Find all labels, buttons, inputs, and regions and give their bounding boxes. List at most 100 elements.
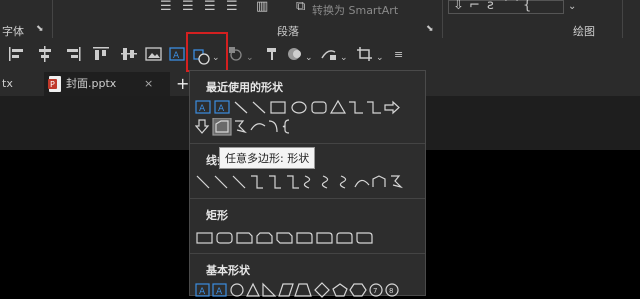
down-arrow-shape-icon[interactable] — [195, 119, 210, 134]
justify-icon[interactable]: ☰ — [226, 0, 238, 14]
oval-shape-icon[interactable] — [230, 283, 244, 297]
round-same-side-rectangle-shape-icon[interactable] — [336, 232, 353, 244]
columns-icon[interactable]: ▥ — [256, 0, 268, 14]
diamond-shape-icon[interactable] — [314, 282, 330, 298]
freeform-shape-icon[interactable] — [372, 175, 386, 187]
line-shape-icon[interactable] — [234, 101, 248, 114]
round-single-corner-rectangle-shape-icon[interactable] — [316, 232, 333, 244]
dialog-launcher-icon[interactable]: ⬊ — [36, 22, 44, 36]
vertical-text-box-shape-icon[interactable]: A — [212, 283, 227, 297]
snip-diagonal-rectangle-shape-icon[interactable] — [276, 232, 293, 244]
chevron-down-icon[interactable]: ⌄ — [568, 0, 576, 14]
elbow-double-arrow-connector-shape-icon[interactable] — [287, 175, 299, 189]
align-right-objects-icon[interactable] — [64, 46, 82, 62]
crop-icon[interactable] — [356, 46, 374, 62]
chevron-down-icon[interactable]: ⌄ — [246, 51, 254, 65]
snip-same-side-rectangle-shape-icon[interactable] — [256, 232, 273, 244]
line-shape-icon[interactable] — [196, 175, 210, 189]
rounded-rectangle-shape-icon[interactable] — [311, 101, 327, 114]
section-title-recent: 最近使用的形状 — [206, 81, 283, 94]
hexagon-shape-icon[interactable] — [349, 283, 367, 297]
freeform-shape-icon[interactable]: ⌐ — [469, 0, 480, 13]
elbow-arrow-connector-shape-icon[interactable] — [367, 101, 381, 114]
right-arrow-shape-icon[interactable] — [384, 100, 400, 115]
document-tab-active[interactable]: P 封面.pptx × — [44, 72, 170, 96]
dialog-launcher-icon[interactable]: ⬊ — [426, 22, 434, 36]
scribble-shape-icon[interactable] — [235, 120, 247, 134]
curve-shape-icon[interactable] — [268, 120, 278, 133]
left-brace-shape-icon[interactable] — [282, 119, 290, 134]
right-triangle-shape-icon[interactable] — [262, 282, 277, 297]
text-box-shape-icon[interactable]: A — [195, 283, 210, 297]
freeform-shape-icon[interactable] — [212, 118, 232, 136]
document-tab[interactable]: tx — [0, 72, 44, 96]
ribbon-separator — [52, 0, 53, 38]
curved-arrow-connector-shape-icon[interactable] — [321, 175, 329, 189]
recent-shapes-row: A A — [195, 99, 400, 115]
rounded-rectangle-shape-icon[interactable] — [216, 232, 233, 244]
arrow-down-shape-icon[interactable]: ⇩ — [453, 0, 464, 13]
arc-shape-icon[interactable] — [250, 123, 266, 131]
scribble-shape-icon[interactable] — [391, 175, 403, 189]
curved-double-arrow-connector-shape-icon[interactable] — [339, 175, 347, 189]
arrow-line-shape-icon[interactable] — [252, 101, 266, 114]
trapezoid-shape-icon[interactable] — [294, 283, 312, 297]
pptx-file-icon: P — [48, 76, 61, 92]
align-middle-objects-icon[interactable] — [120, 46, 138, 62]
picture-icon[interactable] — [145, 46, 163, 62]
shapes-button-highlight — [186, 32, 228, 72]
elbow-arrow-connector-shape-icon[interactable] — [269, 175, 281, 189]
snip-single-corner-rectangle-shape-icon[interactable] — [236, 232, 253, 244]
text-box-icon[interactable]: A — [168, 46, 186, 62]
format-painter-icon[interactable] — [264, 46, 282, 62]
scribble-shape-icon[interactable]: ƨ — [487, 0, 494, 13]
triangle-shape-icon[interactable] — [246, 282, 260, 297]
rectangle-shape-icon[interactable] — [270, 101, 286, 114]
svg-text:A: A — [218, 104, 225, 114]
arc-shape-icon[interactable]: ⌒ — [505, 0, 518, 13]
toolbar: A ⌄ ⌄ ⌄ ⌄ ⌄ ≡ — [0, 38, 640, 72]
round-diagonal-rectangle-shape-icon[interactable] — [356, 232, 373, 244]
drawing-group-label: 绘图 — [573, 25, 595, 38]
convert-smartart-button[interactable]: 转换为 SmartArt — [312, 2, 398, 18]
curve-shape-icon[interactable] — [354, 179, 370, 188]
align-left-objects-icon[interactable] — [8, 46, 26, 62]
close-icon[interactable]: × — [144, 72, 153, 96]
oval-shape-icon[interactable] — [291, 101, 307, 114]
align-right-icon[interactable]: ☰ — [204, 0, 216, 14]
elbow-connector-shape-icon[interactable] — [349, 101, 363, 114]
pentagon-shape-icon[interactable] — [332, 283, 348, 297]
octagon-shape-icon[interactable]: 8 — [385, 283, 399, 297]
align-center-icon[interactable]: ☰ — [182, 0, 194, 14]
shape-fill-icon[interactable] — [286, 46, 304, 62]
elbow-connector-shape-icon[interactable] — [251, 175, 263, 189]
arrow-line-shape-icon[interactable] — [214, 175, 228, 189]
more-options-icon[interactable]: ≡ — [394, 48, 403, 62]
triangle-shape-icon[interactable] — [329, 99, 347, 114]
smartart-icon[interactable]: ⧉ — [296, 0, 305, 14]
section-title-basic-shapes: 基本形状 — [206, 264, 250, 277]
align-top-objects-icon[interactable] — [92, 46, 110, 62]
brace-shape-icon[interactable]: { — [523, 0, 531, 13]
ribbon: 字体 ⬊ ☰ ☰ ☰ ☰ ▥ ⧉ 转换为 SmartArt 段落 ⬊ ⇩ ⌐ ƨ… — [0, 0, 640, 38]
heptagon-shape-icon[interactable]: 7 — [369, 283, 383, 297]
double-arrow-line-shape-icon[interactable] — [232, 175, 246, 189]
parallelogram-shape-icon[interactable] — [278, 283, 294, 297]
align-left-icon[interactable]: ☰ — [160, 0, 172, 14]
rectangle-shapes-row — [196, 232, 373, 244]
shape-effects-icon[interactable] — [320, 46, 338, 62]
vertical-text-box-shape-icon[interactable]: A — [214, 100, 230, 114]
align-center-objects-icon[interactable] — [36, 46, 54, 62]
chevron-down-icon[interactable]: ⌄ — [376, 51, 384, 65]
rectangle-shape-icon[interactable] — [196, 232, 213, 244]
text-box-shape-icon[interactable]: A — [195, 100, 211, 114]
tab-label: tx — [2, 77, 13, 90]
chevron-down-icon[interactable]: ⌄ — [340, 51, 348, 65]
chevron-down-icon[interactable]: ⌄ — [305, 51, 313, 65]
line-shapes-row — [196, 175, 403, 189]
shape-outline-icon[interactable] — [228, 46, 246, 62]
new-tab-button[interactable]: + — [176, 72, 190, 96]
shapes-gallery[interactable]: ⇩ ⌐ ƨ ⌒ { — [448, 0, 564, 14]
curved-connector-shape-icon[interactable] — [303, 175, 311, 189]
snip-round-rectangle-shape-icon[interactable] — [296, 232, 313, 244]
